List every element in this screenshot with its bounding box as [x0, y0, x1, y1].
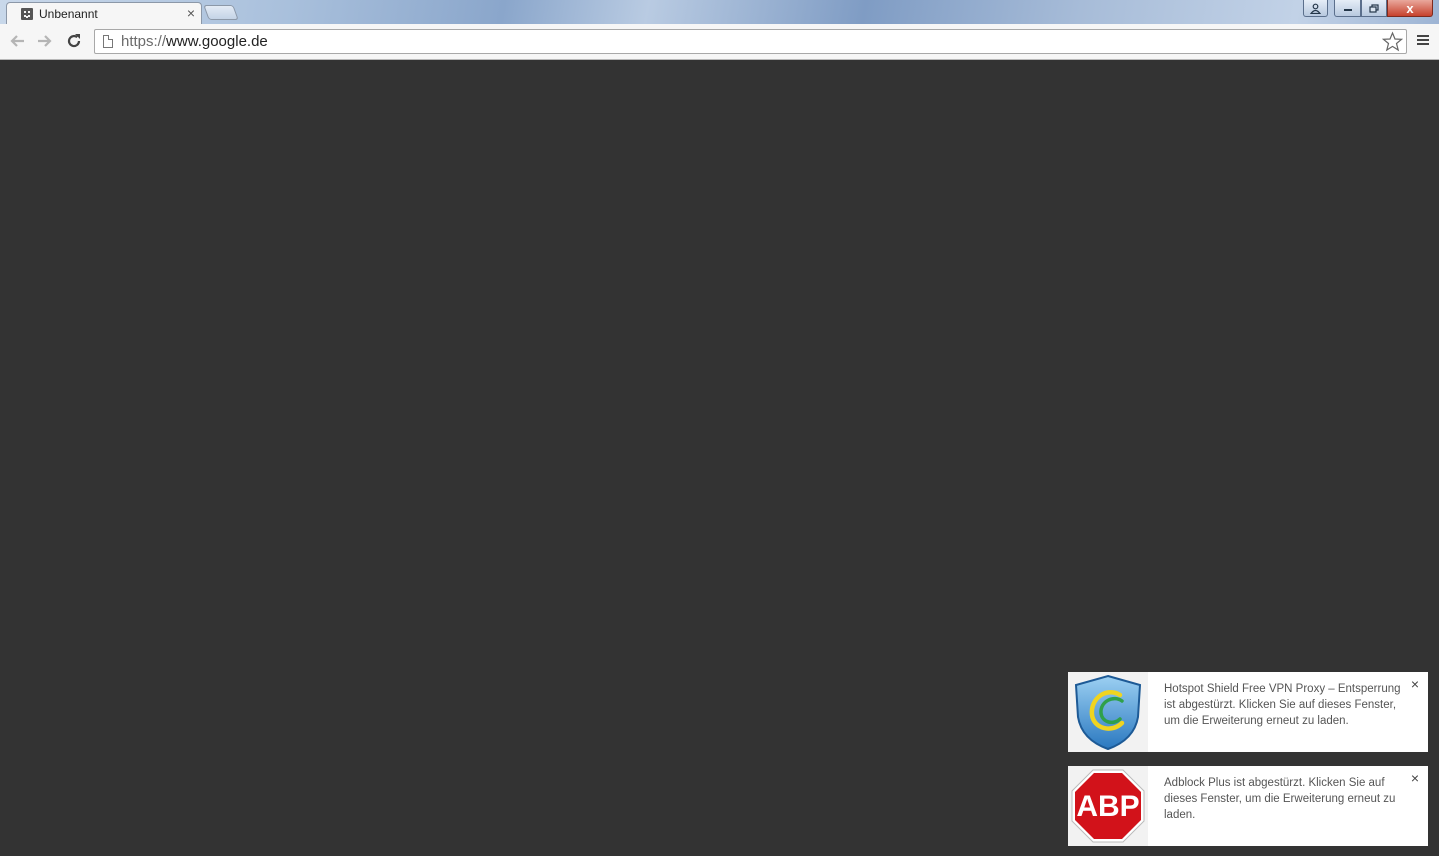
reload-icon [67, 34, 81, 48]
back-button[interactable] [6, 30, 28, 52]
restore-button[interactable] [1361, 0, 1387, 17]
notification-hotspot-shield[interactable]: Hotspot Shield Free VPN Proxy – Entsperr… [1068, 672, 1428, 752]
page-icon [103, 35, 113, 48]
notification-close-button[interactable]: × [1411, 677, 1419, 691]
arrow-left-icon [10, 35, 24, 47]
user-icon [1310, 3, 1321, 14]
adblock-plus-icon: ABP [1068, 766, 1148, 846]
abp-badge-text: ABP [1076, 790, 1139, 823]
reload-button[interactable] [63, 30, 85, 52]
tab-close-button[interactable]: × [187, 5, 195, 21]
url-text: https://www.google.de [121, 33, 268, 50]
title-bar: Unbenannt × x [0, 0, 1439, 24]
browser-toolbar: https://www.google.de [0, 24, 1439, 60]
forward-button[interactable] [34, 30, 56, 52]
hamburger-menu-icon [1417, 35, 1429, 37]
profile-button[interactable] [1303, 0, 1328, 17]
notification-message: Hotspot Shield Free VPN Proxy – Entsperr… [1164, 683, 1401, 727]
url-scheme: https:// [121, 33, 167, 50]
hotspot-shield-icon [1068, 672, 1148, 752]
minimize-button[interactable] [1334, 0, 1361, 17]
new-tab-button[interactable] [203, 5, 239, 20]
close-icon: x [1406, 0, 1414, 16]
tab-unbenannt[interactable]: Unbenannt × [6, 2, 202, 24]
notification-message: Adblock Plus ist abgestürzt. Klicken Sie… [1164, 777, 1396, 821]
url-host: www.google.de [166, 33, 268, 50]
address-bar[interactable]: https://www.google.de [94, 29, 1407, 54]
tab-title: Unbenannt [39, 7, 98, 21]
maximize-icon [1369, 3, 1379, 13]
notification-adblock-plus[interactable]: ABP Adblock Plus ist abgestürzt. Klicken… [1068, 766, 1428, 846]
notification-close-button[interactable]: × [1411, 771, 1419, 785]
sad-tab-icon [21, 8, 33, 20]
minimize-icon [1343, 9, 1352, 11]
star-icon[interactable] [1382, 31, 1403, 52]
arrow-right-icon [38, 35, 52, 47]
close-window-button[interactable]: x [1387, 0, 1433, 17]
hamburger-menu-button[interactable] [1414, 33, 1432, 51]
